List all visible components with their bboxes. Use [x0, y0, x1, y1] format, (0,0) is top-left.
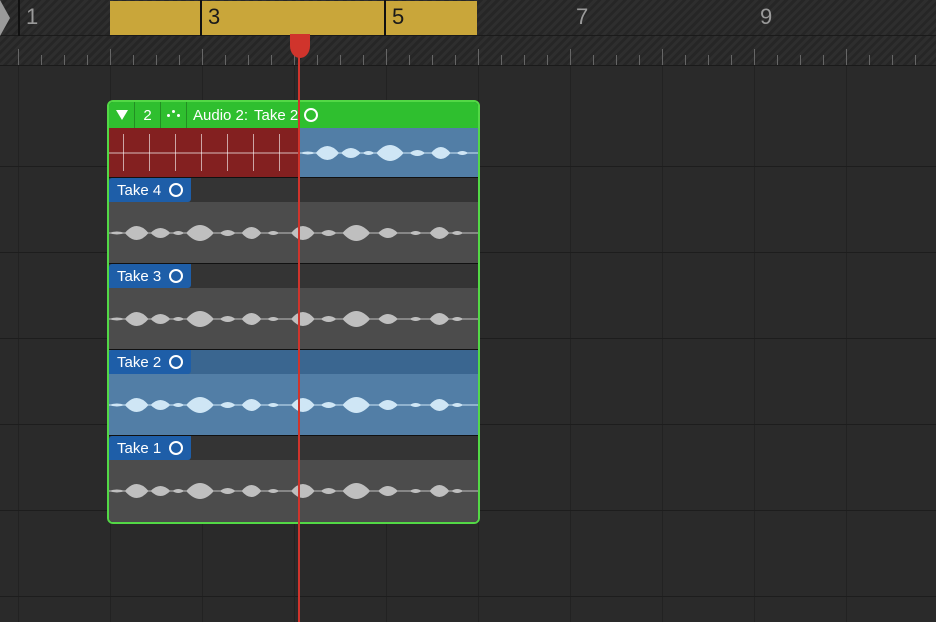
- beat-ruler[interactable]: [0, 36, 936, 66]
- tag-circle-icon[interactable]: [304, 108, 318, 122]
- comp-lane[interactable]: [109, 128, 478, 178]
- take-label[interactable]: Take 3: [109, 264, 191, 288]
- take-folder-active-take: Take 2: [254, 107, 298, 124]
- take-folder[interactable]: 2 Audio 2: Take 2 Take 4 Take 3 Take 2 Take…: [107, 100, 480, 524]
- take-label-text: Take 4: [117, 182, 161, 199]
- take-lane[interactable]: Take 2: [109, 350, 478, 436]
- bar-ruler[interactable]: 1 3 5 7 9: [0, 0, 936, 36]
- tag-circle-icon[interactable]: [169, 183, 183, 197]
- comp-menu-icon[interactable]: [161, 102, 187, 128]
- disclosure-triangle-icon[interactable]: [109, 102, 135, 128]
- waveform-icon: [109, 208, 478, 258]
- tag-circle-icon[interactable]: [169, 269, 183, 283]
- waveform-icon: [109, 380, 478, 430]
- take-label[interactable]: Take 4: [109, 178, 191, 202]
- comp-segment[interactable]: [300, 128, 478, 177]
- take-label-text: Take 1: [117, 440, 161, 457]
- take-folder-title: Audio 2:: [193, 107, 248, 124]
- bar-number: 5: [392, 4, 404, 30]
- take-label[interactable]: Take 1: [109, 436, 191, 460]
- recording-segment[interactable]: [109, 128, 300, 177]
- take-label-text: Take 2: [117, 354, 161, 371]
- tag-circle-icon[interactable]: [169, 441, 183, 455]
- bar-number: 3: [208, 4, 220, 30]
- take-lane[interactable]: Take 1: [109, 436, 478, 522]
- take-lane[interactable]: Take 4: [109, 178, 478, 264]
- take-folder-header[interactable]: 2 Audio 2: Take 2: [109, 102, 478, 128]
- take-folder-number[interactable]: 2: [135, 102, 161, 128]
- waveform-icon: [109, 294, 478, 344]
- playhead-handle-icon[interactable]: [288, 32, 312, 60]
- bar-number: 1: [26, 4, 38, 30]
- tag-circle-icon[interactable]: [169, 355, 183, 369]
- bar-number: 7: [576, 4, 588, 30]
- waveform-icon: [109, 466, 478, 516]
- bar-number: 9: [760, 4, 772, 30]
- waveform-icon: [300, 132, 478, 174]
- playhead[interactable]: [298, 36, 300, 622]
- take-label-text: Take 3: [117, 268, 161, 285]
- take-lane[interactable]: Take 3: [109, 264, 478, 350]
- take-label[interactable]: Take 2: [109, 350, 191, 374]
